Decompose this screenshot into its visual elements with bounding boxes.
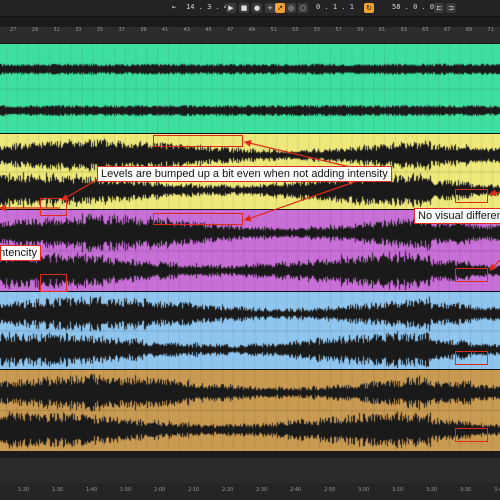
annotation-note-no-visual: No visual difference [414, 208, 500, 224]
arrow-6 [489, 259, 500, 271]
annotation-arrows [0, 139, 500, 271]
arrow-1 [243, 139, 351, 168]
arrow-3 [243, 179, 361, 222]
arrow-5 [488, 189, 500, 197]
annotation-note-intensity: intencity [0, 245, 41, 261]
arrow-2 [60, 177, 101, 201]
annotation-note-levels: Levels are bumped up a bit even when not… [97, 166, 392, 182]
